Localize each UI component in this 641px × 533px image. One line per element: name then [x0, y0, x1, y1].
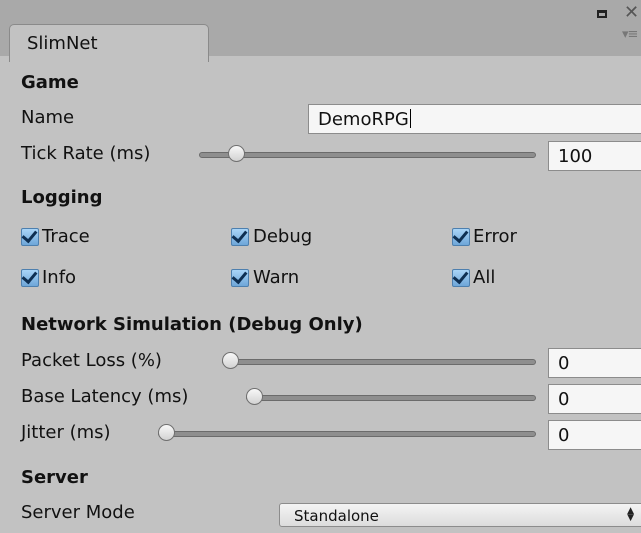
warn-checkbox[interactable] [231, 267, 249, 287]
base-latency-field[interactable]: 0 [548, 384, 641, 414]
base-latency-slider[interactable] [246, 387, 536, 411]
base-latency-value: 0 [558, 389, 570, 410]
checkmark-icon [231, 267, 248, 285]
checkmark-icon [452, 267, 469, 285]
jitter-label: Jitter (ms) [21, 422, 111, 443]
tick-rate-label: Tick Rate (ms) [21, 143, 151, 164]
warn-label: Warn [253, 267, 300, 288]
name-input[interactable]: DemoRPG [308, 104, 641, 134]
slider-track [222, 359, 536, 365]
packet-loss-field[interactable]: 0 [548, 348, 641, 378]
all-label: All [473, 267, 496, 288]
jitter-field[interactable]: 0 [548, 420, 641, 450]
packet-loss-slider[interactable] [222, 351, 536, 375]
server-mode-dropdown[interactable]: Standalone ▲ ▼ [279, 503, 641, 527]
checkmark-icon [231, 226, 248, 244]
trace-checkbox[interactable] [21, 226, 39, 246]
tab-bar: SlimNet ✕ ▾≡ [0, 0, 641, 62]
name-value: DemoRPG [318, 109, 409, 130]
slider-track [158, 431, 536, 437]
slider-track [246, 395, 536, 401]
tick-rate-slider[interactable] [199, 144, 536, 168]
info-checkbox[interactable] [21, 267, 39, 287]
text-caret [409, 109, 411, 128]
slider-thumb[interactable] [246, 388, 263, 405]
all-checkbox[interactable] [452, 267, 470, 287]
error-label: Error [473, 226, 517, 247]
checkmark-icon [21, 267, 38, 285]
packet-loss-value: 0 [558, 353, 570, 374]
tab-title: SlimNet [27, 33, 98, 54]
name-label: Name [21, 107, 75, 128]
close-icon[interactable]: ✕ [624, 4, 639, 22]
jitter-value: 0 [558, 425, 570, 446]
menu-icon[interactable]: ▾≡ [622, 28, 638, 41]
network-simulation-section-header: Network Simulation (Debug Only) [21, 314, 363, 335]
checkmark-icon [21, 226, 38, 244]
logging-section-header: Logging [21, 187, 103, 208]
tick-rate-field[interactable]: 100 [548, 141, 641, 171]
server-mode-value: Standalone [294, 507, 379, 525]
debug-checkbox[interactable] [231, 226, 249, 246]
slider-thumb[interactable] [158, 424, 175, 441]
trace-label: Trace [42, 226, 90, 247]
error-checkbox[interactable] [452, 226, 470, 246]
slider-thumb[interactable] [222, 352, 239, 369]
server-section-header: Server [21, 467, 88, 488]
packet-loss-label: Packet Loss (%) [21, 350, 162, 371]
checkmark-icon [452, 226, 469, 244]
dropdown-arrows-icon: ▲ ▼ [627, 506, 634, 523]
slider-track [199, 152, 536, 158]
game-section-header: Game [21, 72, 79, 93]
debug-label: Debug [253, 226, 313, 247]
jitter-slider[interactable] [158, 423, 536, 447]
tab-slimnet[interactable]: SlimNet [9, 24, 209, 62]
server-mode-label: Server Mode [21, 502, 135, 523]
base-latency-label: Base Latency (ms) [21, 386, 189, 407]
info-label: Info [42, 267, 77, 288]
slider-thumb[interactable] [228, 145, 245, 162]
tick-rate-value: 100 [558, 146, 593, 167]
maximize-icon[interactable] [597, 10, 607, 18]
